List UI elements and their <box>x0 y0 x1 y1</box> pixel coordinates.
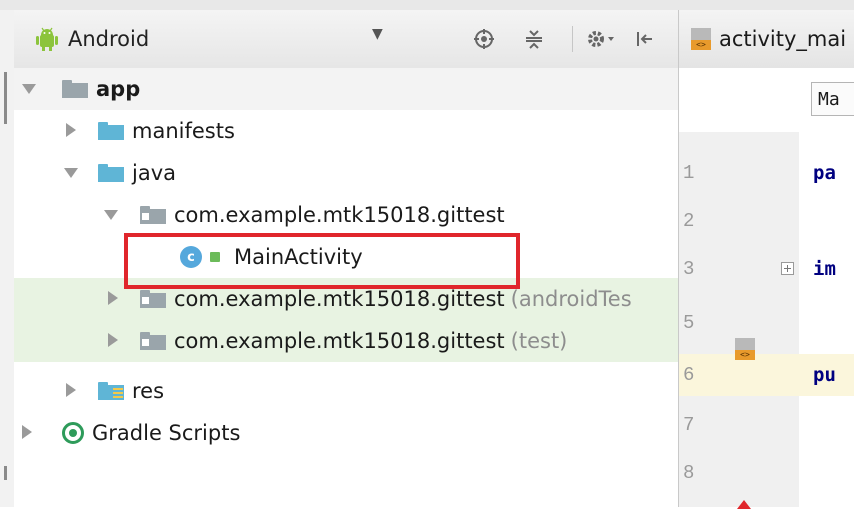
tree-label: Gradle Scripts <box>92 421 241 445</box>
tool-strip-marker <box>4 72 7 124</box>
tree-item-res: res <box>98 370 164 412</box>
tree-label: com.example.mtk15018.gittest <box>174 329 505 353</box>
project-panel-toolbar: Android ▼ <box>14 10 678 69</box>
line-number: 7 <box>683 414 695 436</box>
line-number: 8 <box>683 462 695 484</box>
layout-file-icon[interactable]: <> <box>735 338 755 360</box>
expand-arrow-icon[interactable] <box>66 383 76 397</box>
tree-item-java: java <box>98 152 176 194</box>
project-panel: Android ▼ app manifests java com.example… <box>14 10 678 507</box>
tree-label-suffix: (test) <box>510 329 568 353</box>
tree-row-gradle-scripts[interactable]: Gradle Scripts <box>14 412 678 454</box>
package-icon <box>140 332 166 350</box>
editor-pane: <> activity_mai Ma 1 2 3 5 6 <> 7 8 pa i… <box>678 10 854 509</box>
module-folder-icon <box>62 80 88 98</box>
tree-row-package-test[interactable]: com.example.mtk15018.gittest (test) <box>14 320 678 362</box>
code-line: pu <box>813 364 836 386</box>
tree-item-manifests: manifests <box>98 110 235 152</box>
android-icon <box>36 27 58 51</box>
folder-icon <box>98 122 124 140</box>
annotation-highlight-box <box>124 233 520 289</box>
folder-icon <box>98 164 124 182</box>
editor-tab-label: activity_mai <box>719 27 847 51</box>
tree-label-suffix: (androidTes <box>510 287 632 311</box>
line-number-gutter: 1 2 3 5 6 <> 7 8 <box>679 132 800 507</box>
xml-file-icon: <> <box>691 28 711 50</box>
res-folder-icon <box>98 382 124 400</box>
collapse-all-icon[interactable] <box>522 24 546 54</box>
tool-strip-marker <box>4 466 7 480</box>
code-line: im <box>813 258 836 280</box>
editor-tab[interactable]: <> activity_mai <box>679 10 854 69</box>
code-line: pa <box>813 162 836 184</box>
tree-item-gradle-scripts: Gradle Scripts <box>62 412 240 454</box>
left-tool-strip <box>0 10 15 507</box>
tree-label: manifests <box>132 119 235 143</box>
tree-label: res <box>132 379 165 403</box>
toolbar-separator <box>572 26 573 52</box>
expand-arrow-icon[interactable] <box>108 333 118 347</box>
tree-item-app: app <box>62 68 140 110</box>
line-number: 2 <box>683 210 695 232</box>
gradle-icon <box>62 422 84 444</box>
tree-row-java[interactable]: java <box>14 152 678 194</box>
package-icon <box>140 290 166 308</box>
expand-arrow-icon[interactable] <box>64 168 78 178</box>
tree-row-manifests[interactable]: manifests <box>14 110 678 152</box>
breadcrumb[interactable]: Ma <box>811 82 854 116</box>
tree-item-package: com.example.mtk15018.gittest <box>140 194 505 236</box>
tree-item-package: com.example.mtk15018.gittest (test) <box>140 320 567 362</box>
sync-target-icon[interactable] <box>472 24 496 54</box>
tree-row-res[interactable]: res <box>14 370 678 412</box>
code-area[interactable]: pa im pu <box>799 132 854 507</box>
view-selector-label: Android <box>68 27 150 51</box>
tree-label: java <box>132 161 176 185</box>
expand-arrow-icon[interactable] <box>104 210 118 220</box>
settings-gear-icon[interactable] <box>584 24 618 54</box>
bookmark-marker-icon <box>737 500 751 509</box>
hide-panel-icon[interactable] <box>632 24 656 54</box>
expand-arrow-icon[interactable] <box>22 425 32 439</box>
line-number: 6 <box>679 354 799 396</box>
line-number: 1 <box>683 162 695 184</box>
expand-arrow-icon[interactable] <box>66 123 76 137</box>
tree-row-app[interactable]: app <box>14 68 678 110</box>
editor-breadcrumb-bar: Ma <box>679 68 854 133</box>
tree-label: app <box>96 77 141 101</box>
expand-arrow-icon[interactable] <box>22 84 36 94</box>
tree-label: com.example.mtk15018.gittest <box>174 203 505 227</box>
tree-label: com.example.mtk15018.gittest <box>174 287 505 311</box>
expand-arrow-icon[interactable] <box>108 291 118 305</box>
fold-expand-icon[interactable] <box>781 262 794 275</box>
package-icon <box>140 206 166 224</box>
chevron-down-icon[interactable]: ▼ <box>372 26 383 42</box>
view-selector[interactable]: Android <box>36 24 149 54</box>
tree-row-package[interactable]: com.example.mtk15018.gittest <box>14 194 678 236</box>
